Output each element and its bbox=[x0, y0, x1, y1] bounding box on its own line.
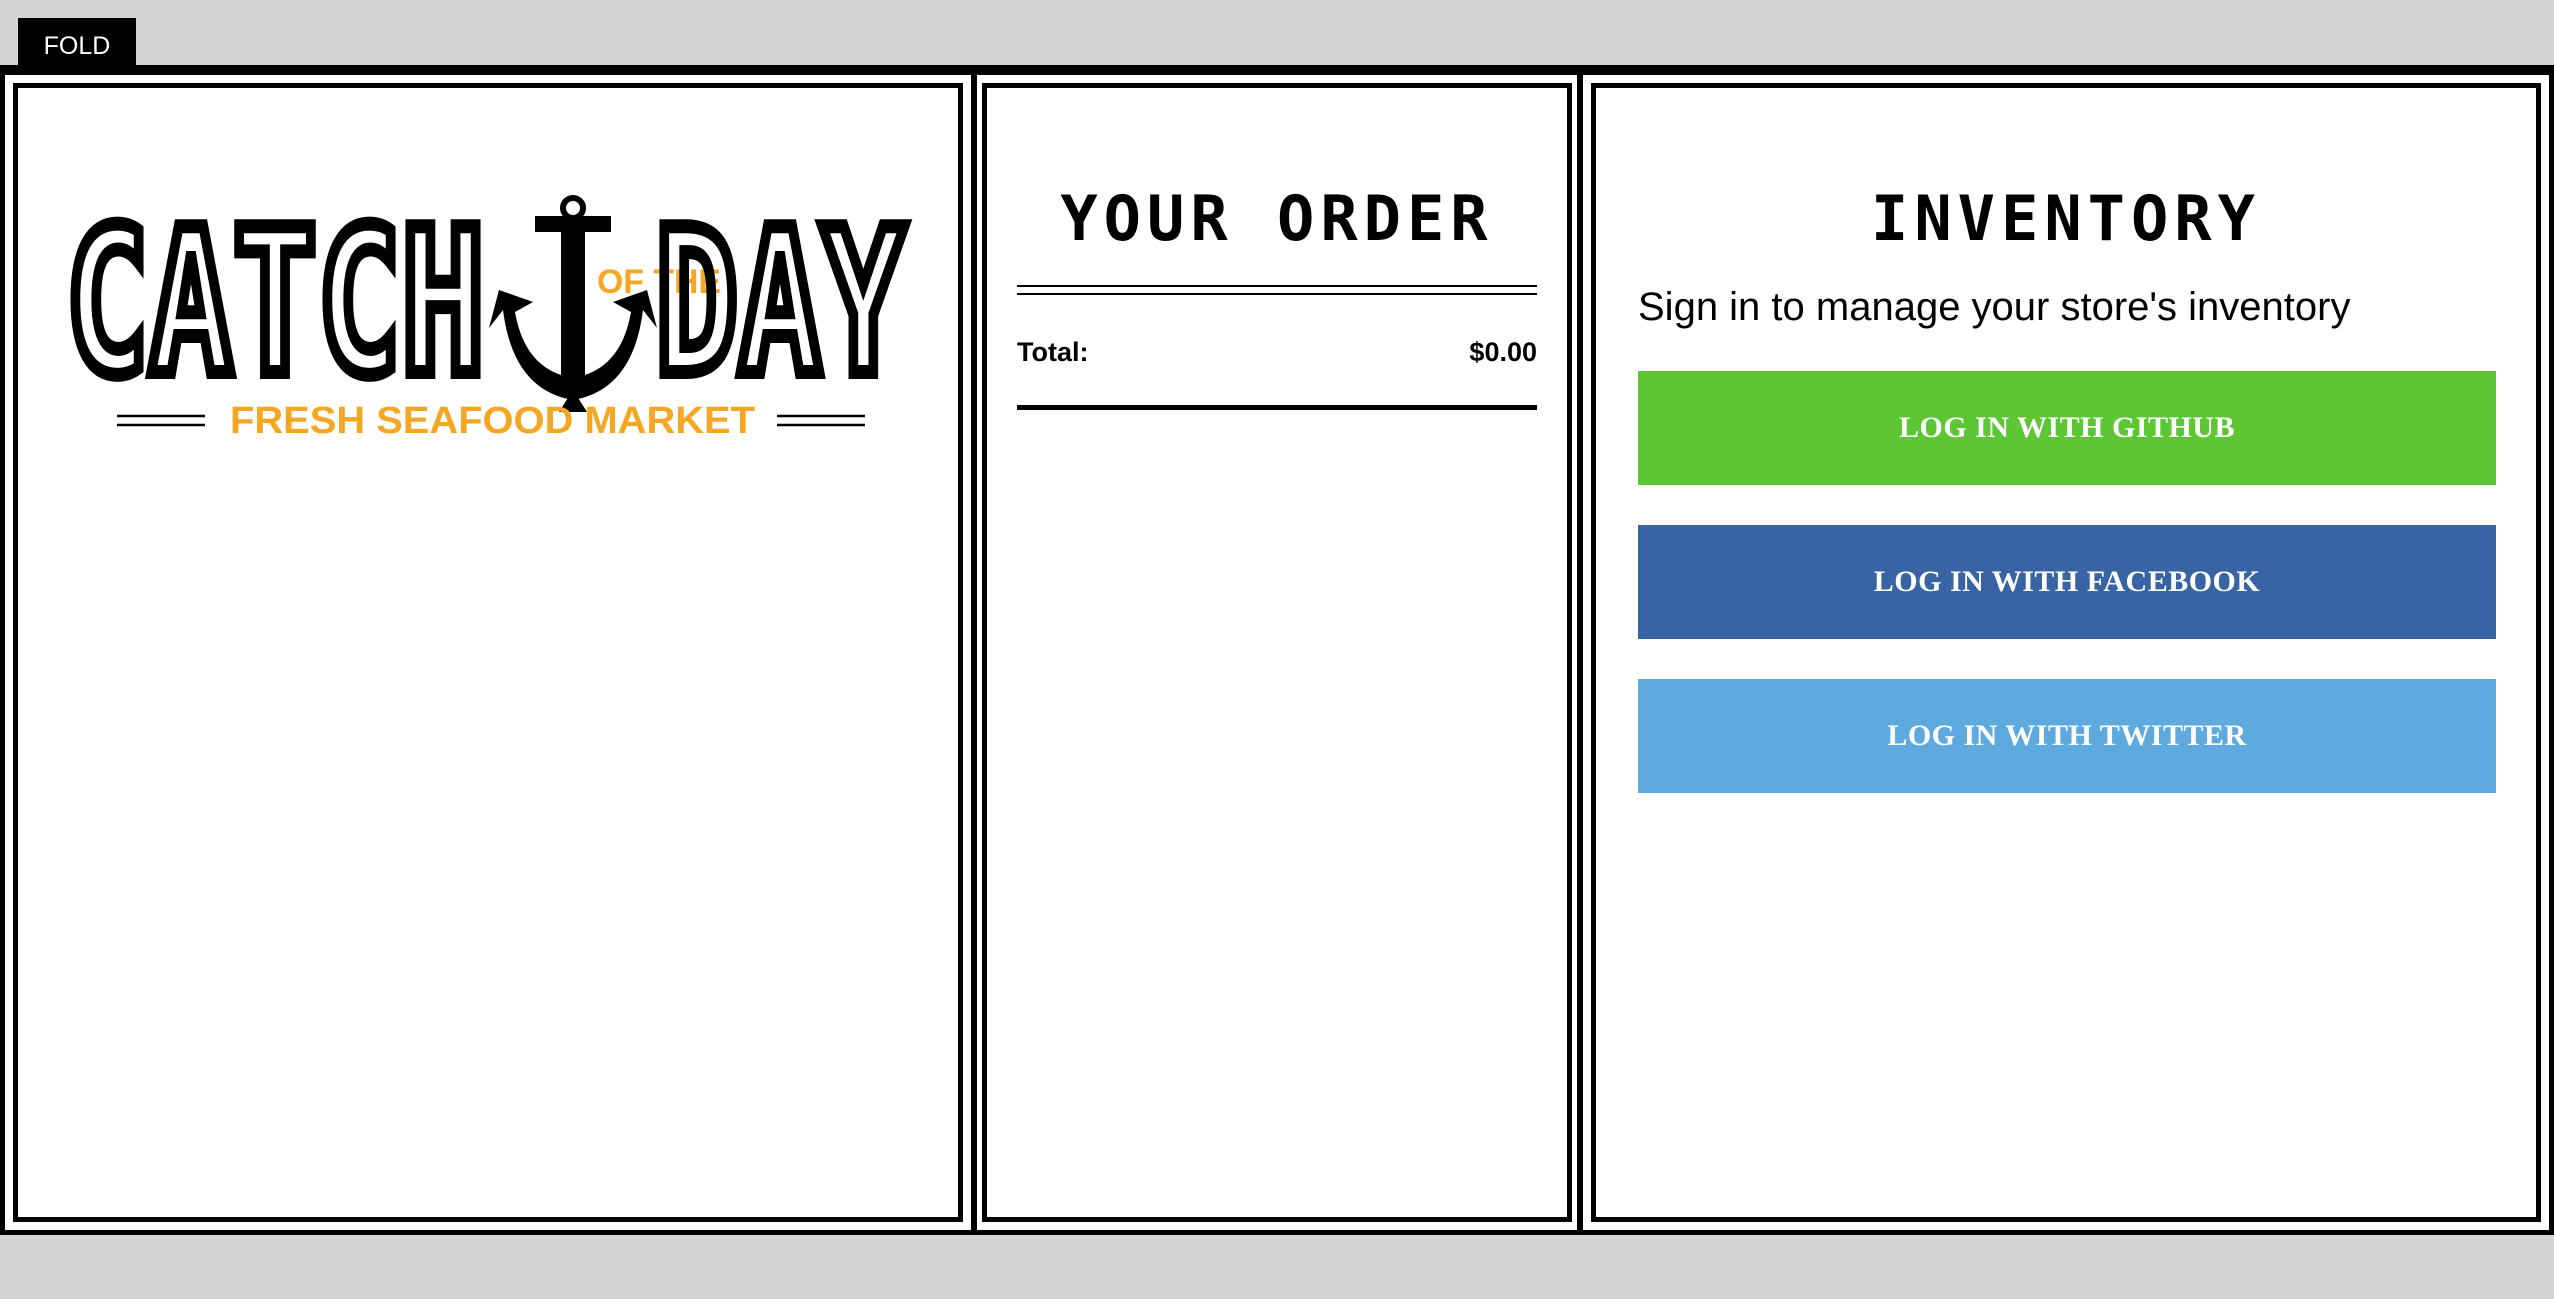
fold-button[interactable]: FOLD bbox=[18, 18, 136, 67]
login-twitter-button[interactable]: LOG IN WITH TWITTER bbox=[1638, 679, 2496, 793]
catch-of-the-day-logo: CATCH OF THE DAY FRESH SEAFOOD MARKET bbox=[65, 190, 912, 442]
logo-word-right: DAY bbox=[648, 190, 912, 427]
inventory-panel: INVENTORY Sign in to manage your store's… bbox=[1578, 70, 2554, 1235]
inventory-title: INVENTORY bbox=[1871, 182, 2261, 255]
order-total-row: Total: $0.00 bbox=[1017, 337, 1537, 368]
menu-panel: CATCH OF THE DAY FRESH SEAFOOD MARKET bbox=[0, 70, 976, 1235]
login-github-button[interactable]: LOG IN WITH GITHUB bbox=[1638, 371, 2496, 485]
svg-text:CATCH: CATCH bbox=[65, 190, 485, 420]
app-frame: CATCH OF THE DAY FRESH SEAFOOD MARKET YO… bbox=[0, 65, 2554, 1235]
anchor-icon bbox=[489, 195, 657, 412]
order-divider-bottom bbox=[1017, 405, 1537, 410]
logo-word-left: CATCH bbox=[65, 190, 492, 427]
svg-text:DAY: DAY bbox=[655, 190, 905, 420]
inventory-signin-prompt: Sign in to manage your store's inventory bbox=[1638, 285, 2351, 329]
order-total-value: $0.00 bbox=[1469, 337, 1537, 367]
logo-tagline: FRESH SEAFOOD MARKET bbox=[230, 400, 755, 442]
order-title: YOUR ORDER bbox=[1060, 182, 1494, 255]
login-facebook-button[interactable]: LOG IN WITH FACEBOOK bbox=[1638, 525, 2496, 639]
order-divider-double bbox=[1017, 285, 1537, 295]
order-panel: YOUR ORDER Total: $0.00 bbox=[972, 70, 1582, 1235]
order-total-label: Total: bbox=[1017, 337, 1089, 367]
